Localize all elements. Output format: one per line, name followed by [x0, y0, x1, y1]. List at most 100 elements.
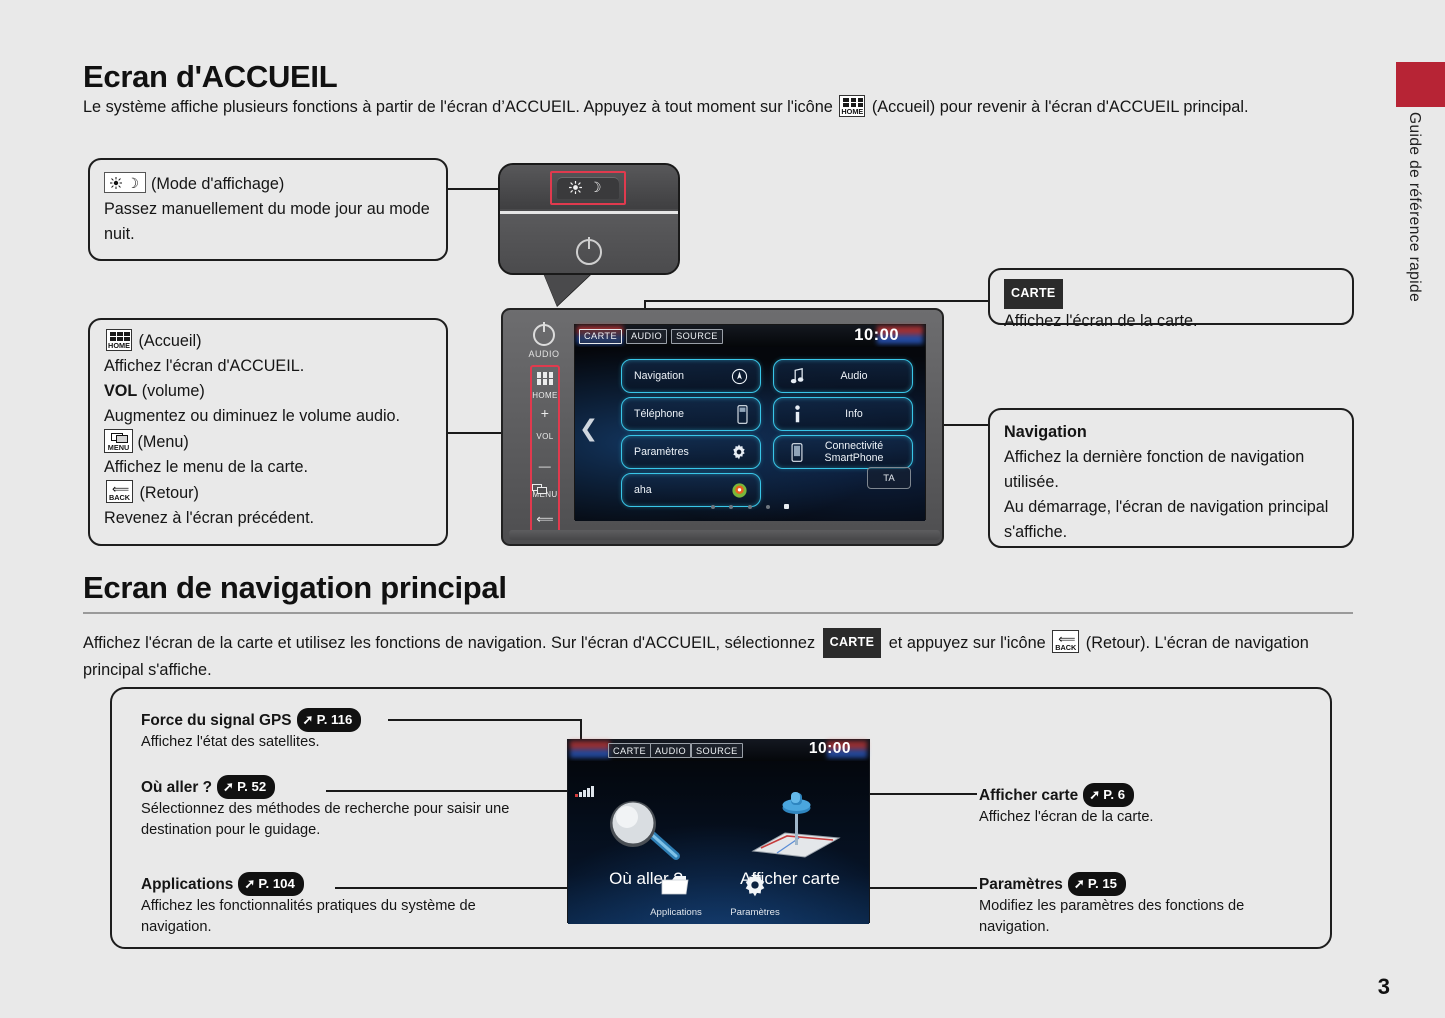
page-ref-label: P. 104 — [258, 876, 295, 891]
callout-gps-signal-title: Force du signal GPS — [141, 712, 292, 729]
nav-show-map-label[interactable]: Afficher carte — [720, 869, 860, 889]
tile-navigation[interactable]: Navigation — [621, 359, 761, 393]
section-tab-label: Guide de référence rapide — [1406, 112, 1423, 303]
tile-info[interactable]: Info — [773, 397, 913, 431]
page-dot[interactable] — [747, 505, 752, 509]
settings-gear-icon — [745, 873, 765, 897]
callout-settings-title: Paramètres — [979, 876, 1063, 893]
head-unit-device: AUDIO HOME + VOL — MENU ⟸ BACK CARTE — [501, 308, 944, 546]
map-with-pin-icon — [751, 792, 841, 858]
callout-vol-bold: VOL — [104, 382, 138, 400]
callout-home-body: Affichez l'écran d'ACCUEIL. — [104, 357, 305, 375]
page-ref-label: P. 52 — [237, 779, 267, 794]
callout-settings: Paramètres ➚ P. 15 Modifiez les paramètres… — [979, 872, 1309, 938]
page-ref-badge[interactable]: ➚ P. 15 — [1067, 872, 1127, 896]
page-ref-label: P. 6 — [1103, 787, 1126, 802]
screen-page-dots — [575, 496, 925, 514]
page-dot[interactable] — [710, 505, 715, 509]
callout-display-mode: ☽ (Mode d'affichage) Passez manuellement… — [88, 158, 448, 261]
device-volume-label: VOL — [536, 432, 554, 441]
page-ref-badge[interactable]: ➚ P. 6 — [1083, 783, 1135, 807]
music-note-icon — [786, 367, 808, 385]
device-bottom-bezel — [509, 530, 940, 540]
nav-screen-body: Où aller ? Afficher carte Applications P… — [568, 761, 869, 924]
intro2-text-part1: Affichez l'écran de la carte et utilisez… — [83, 634, 816, 652]
zoom-bubble-tail — [543, 272, 593, 306]
gps-signal-icon — [575, 786, 594, 797]
tile-parametres[interactable]: Paramètres — [621, 435, 761, 469]
device-button-menu[interactable]: MENU — [530, 484, 560, 502]
leader-line-buttons — [448, 432, 503, 434]
screen-home-grid: ❮ Navigation Téléphone Paramètres aha Au… — [575, 347, 925, 521]
page-ref-label: P. 15 — [1087, 876, 1118, 891]
page-ref-badge[interactable]: ➚ P. 52 — [217, 775, 276, 799]
screen-status-bar: CARTE AUDIO SOURCE 10:00 — [575, 325, 925, 347]
callout-display-mode-title: (Mode d'affichage) — [151, 175, 285, 193]
callout-where-to-title: Où aller ? — [141, 779, 212, 796]
callout-gps-signal: Force du signal GPS ➚ P. 116 Affichez l'ét… — [141, 708, 541, 753]
tile-telephone[interactable]: Téléphone — [621, 397, 761, 431]
device-volume-knob[interactable]: VOL — [530, 426, 560, 444]
back-arrow-icon: ⟸ — [536, 512, 554, 526]
tile-parametres-label: Paramètres — [634, 446, 689, 458]
callout-where-to: Où aller ? ➚ P. 52 Sélectionnez des méthod… — [141, 775, 541, 841]
nav-screen-status-bar: CARTE AUDIO SOURCE 10:00 — [568, 740, 869, 761]
page-title-navigation: Ecran de navigation principal — [83, 570, 507, 605]
nav-where-to-label[interactable]: Où aller ? — [576, 869, 716, 889]
menu-icon-rect-front — [116, 435, 128, 443]
intro2-text-part2: et appuyez sur l'icône — [888, 634, 1046, 652]
device-button-home[interactable]: HOME — [530, 372, 560, 403]
tile-smartphone-connectivity[interactable]: Connectivité SmartPhone — [773, 435, 913, 469]
tile-smartphone-connectivity-label: Connectivité SmartPhone — [824, 440, 884, 464]
arrow-right-icon: ➚ — [302, 712, 314, 727]
callout-show-map: Afficher carte ➚ P. 6 Affichez l'écran de … — [979, 783, 1309, 828]
home-icon: HOME — [106, 329, 132, 351]
menu-icon: MENU — [104, 429, 133, 453]
nav-screen-flare-left — [570, 741, 610, 758]
nav-screen-tab-carte[interactable]: CARTE — [608, 743, 651, 758]
leader-line-carte — [644, 300, 988, 302]
carte-badge: CARTE — [822, 628, 882, 658]
callout-carte: CARTE Affichez l'écran de la carte. — [988, 268, 1354, 330]
tile-navigation-label: Navigation — [634, 370, 685, 382]
screen-tab-source[interactable]: SOURCE — [671, 328, 723, 344]
power-icon[interactable] — [533, 322, 555, 346]
nav-settings-label[interactable]: Paramètres — [707, 907, 803, 918]
back-icon-label: BACK — [108, 493, 131, 502]
home-icon: HOME — [839, 95, 866, 117]
nav-screen-tab-audio[interactable]: AUDIO — [650, 743, 692, 758]
device-button-volume-down[interactable]: — — [530, 460, 560, 472]
callout-display-mode-body: Passez manuellement du mode jour au mode… — [104, 200, 430, 243]
callout-navigation: Navigation Affichez la dernière fonction… — [988, 408, 1354, 548]
intro-paragraph-accueil: Le système affiche plusieurs fonctions à… — [83, 95, 1358, 120]
ta-button[interactable]: TA — [867, 467, 911, 489]
page-ref-badge[interactable]: ➚ P. 116 — [296, 708, 362, 732]
callout-show-map-body: Affichez l'écran de la carte. — [979, 809, 1154, 825]
tile-audio[interactable]: Audio — [773, 359, 913, 393]
device-button-home-label: HOME — [532, 391, 558, 400]
back-icon: ⟸ BACK — [106, 480, 133, 503]
callout-applications-body: Affichez les fonctionnalités pratiques d… — [141, 898, 476, 935]
page-dot[interactable] — [729, 505, 734, 509]
intro-paragraph-navigation: Affichez l'écran de la carte et utilisez… — [83, 628, 1358, 683]
compass-icon — [731, 368, 748, 385]
home-icon-grid — [110, 332, 130, 341]
home-icon-label: HOME — [841, 107, 864, 116]
leader-line-display-mode — [448, 188, 502, 190]
power-icon — [576, 237, 602, 265]
screen-tab-carte[interactable]: CARTE — [579, 328, 622, 344]
page-dot-active[interactable] — [784, 504, 790, 509]
screen-tab-audio[interactable]: AUDIO — [625, 328, 668, 344]
device-button-volume-up[interactable]: + — [530, 406, 560, 420]
display-mode-icon: ☽ — [104, 172, 146, 193]
page-ref-label: P. 116 — [316, 712, 353, 727]
screen-prev-page-chevron-icon[interactable]: ❮ — [579, 417, 598, 440]
callout-show-map-title: Afficher carte — [979, 787, 1079, 804]
page-dot[interactable] — [765, 505, 770, 509]
zoom-bubble-display-mode: ☽ — [498, 163, 680, 275]
power-label: AUDIO — [528, 349, 560, 359]
magnifier-icon — [610, 801, 680, 860]
callout-hardware-buttons: HOME (Accueil) Affichez l'écran d'ACCUEI… — [88, 318, 448, 546]
page-ref-badge[interactable]: ➚ P. 104 — [238, 872, 304, 896]
nav-screen-tab-source[interactable]: SOURCE — [691, 743, 743, 758]
